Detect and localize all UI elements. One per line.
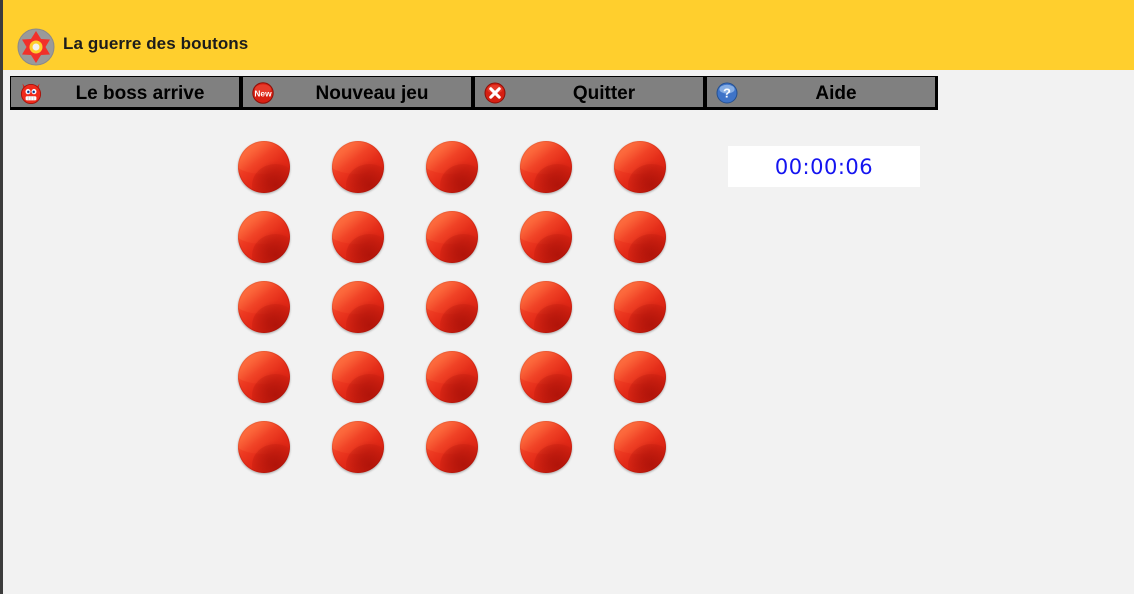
new-game-label: Nouveau jeu — [315, 83, 429, 104]
help-label: Aide — [815, 83, 857, 104]
game-button-r4-c3[interactable] — [520, 421, 572, 473]
boss-arrive-button[interactable]: Le boss arrive — [10, 76, 242, 110]
game-button-r2-c2[interactable] — [426, 281, 478, 333]
timer-value: 00:00:06 — [774, 154, 874, 179]
game-button-r3-c0[interactable] — [238, 351, 290, 403]
game-button-r4-c2[interactable] — [426, 421, 478, 473]
game-button-r3-c3[interactable] — [520, 351, 572, 403]
close-circle-icon — [483, 81, 507, 105]
game-button-r0-c2[interactable] — [426, 141, 478, 193]
svg-text:?: ? — [723, 86, 731, 101]
game-button-r0-c0[interactable] — [238, 141, 290, 193]
boss-arrive-label: Le boss arrive — [75, 83, 205, 104]
help-circle-icon: ? — [715, 81, 739, 105]
quit-label: Quitter — [572, 83, 636, 104]
title-bar: La guerre des boutons — [0, 0, 1134, 70]
game-button-r3-c1[interactable] — [332, 351, 384, 403]
game-button-r4-c4[interactable] — [614, 421, 666, 473]
help-button[interactable]: ? Aide — [706, 76, 938, 110]
game-button-r1-c4[interactable] — [614, 211, 666, 263]
game-board — [0, 112, 1134, 594]
game-button-r0-c3[interactable] — [520, 141, 572, 193]
quit-button[interactable]: Quitter — [474, 76, 706, 110]
app-window: La guerre des boutons Le boss arrive New… — [0, 0, 1134, 594]
window-title: La guerre des boutons — [63, 34, 249, 53]
game-button-r2-c3[interactable] — [520, 281, 572, 333]
game-button-r1-c0[interactable] — [238, 211, 290, 263]
new-game-button[interactable]: New Nouveau jeu — [242, 76, 474, 110]
target-icon — [17, 28, 55, 66]
game-button-r0-c1[interactable] — [332, 141, 384, 193]
timer-panel: 00:00:06 — [728, 146, 920, 187]
toolbar: Le boss arrive New Nouveau jeu Quitter ?… — [3, 76, 938, 112]
game-button-r2-c4[interactable] — [614, 281, 666, 333]
game-button-r1-c1[interactable] — [332, 211, 384, 263]
game-button-r2-c1[interactable] — [332, 281, 384, 333]
devil-smiley-icon — [19, 81, 43, 105]
game-button-r3-c2[interactable] — [426, 351, 478, 403]
game-button-r1-c3[interactable] — [520, 211, 572, 263]
svg-text:New: New — [254, 88, 272, 98]
game-button-r1-c2[interactable] — [426, 211, 478, 263]
game-button-r2-c0[interactable] — [238, 281, 290, 333]
game-button-r4-c1[interactable] — [332, 421, 384, 473]
game-button-r0-c4[interactable] — [614, 141, 666, 193]
game-button-r3-c4[interactable] — [614, 351, 666, 403]
new-badge-icon: New — [251, 81, 275, 105]
game-button-r4-c0[interactable] — [238, 421, 290, 473]
